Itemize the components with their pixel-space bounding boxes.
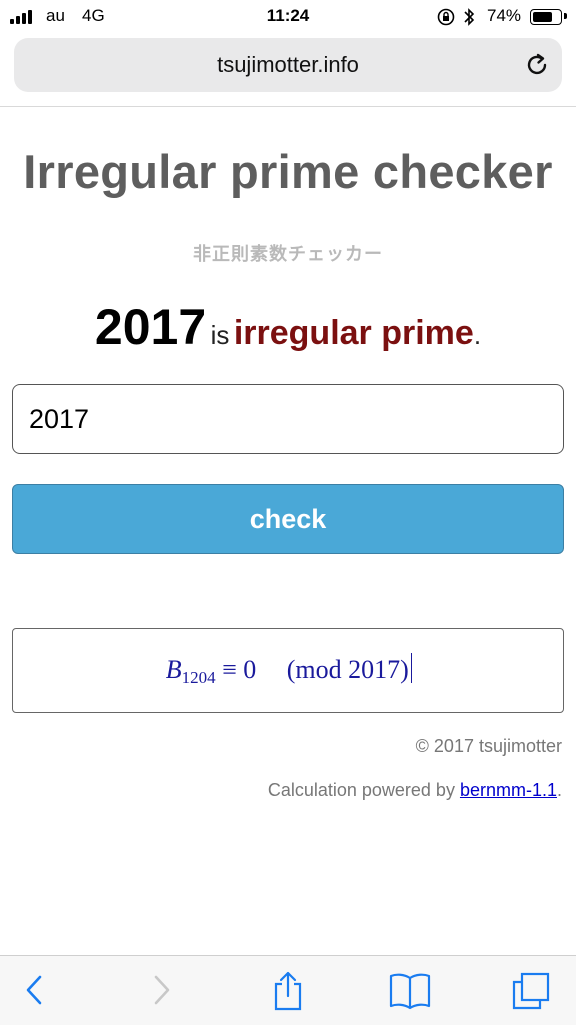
result-is: is	[210, 320, 230, 350]
number-input[interactable]	[12, 384, 564, 454]
check-button[interactable]: check	[12, 484, 564, 554]
battery-fill	[533, 12, 552, 22]
bernmm-link[interactable]: bernmm-1.1	[460, 780, 557, 800]
result-period: .	[473, 320, 482, 350]
page-title: Irregular prime checker	[23, 145, 553, 198]
forward-icon[interactable]	[148, 970, 176, 1010]
back-icon[interactable]	[20, 970, 48, 1010]
text-caret	[410, 653, 413, 683]
result-line: 2017 is irregular prime.	[0, 298, 576, 356]
powered-suffix: .	[556, 780, 562, 800]
bookmarks-icon[interactable]	[388, 970, 432, 1012]
address-bar[interactable]: tsujimotter.info	[14, 38, 562, 92]
result-number: 2017	[94, 299, 207, 355]
status-bar: au 4G 11:24 74%	[0, 0, 576, 34]
result-kind: irregular prime	[233, 314, 474, 352]
page-subtitle: 非正則素数チェッカー	[193, 244, 383, 264]
bernoulli-index: 1204	[181, 668, 216, 687]
modulus: (mod 2017)	[286, 655, 409, 684]
tabs-icon[interactable]	[510, 970, 552, 1012]
url-text[interactable]: tsujimotter.info	[14, 52, 562, 78]
share-icon[interactable]	[268, 970, 308, 1012]
formula: B1204 ≡ 0 (mod 2017)	[13, 653, 565, 688]
result-box: B1204 ≡ 0 (mod 2017)	[12, 628, 564, 713]
powered-prefix: Calculation powered by	[267, 780, 460, 800]
battery-tip	[564, 13, 567, 19]
reload-icon[interactable]	[524, 52, 550, 78]
bernoulli-symbol: B	[165, 655, 182, 684]
congruence: ≡ 0	[222, 655, 257, 684]
divider	[0, 106, 576, 107]
copyright: © 2017 tsujimotter	[415, 736, 562, 756]
orientation-lock-icon	[437, 8, 455, 26]
battery-icon	[530, 9, 562, 25]
bottom-toolbar	[0, 955, 576, 1025]
bluetooth-icon	[464, 8, 475, 26]
powered-by: Calculation powered by bernmm-1.1.	[268, 780, 562, 801]
battery-percent: 74%	[487, 6, 522, 25]
